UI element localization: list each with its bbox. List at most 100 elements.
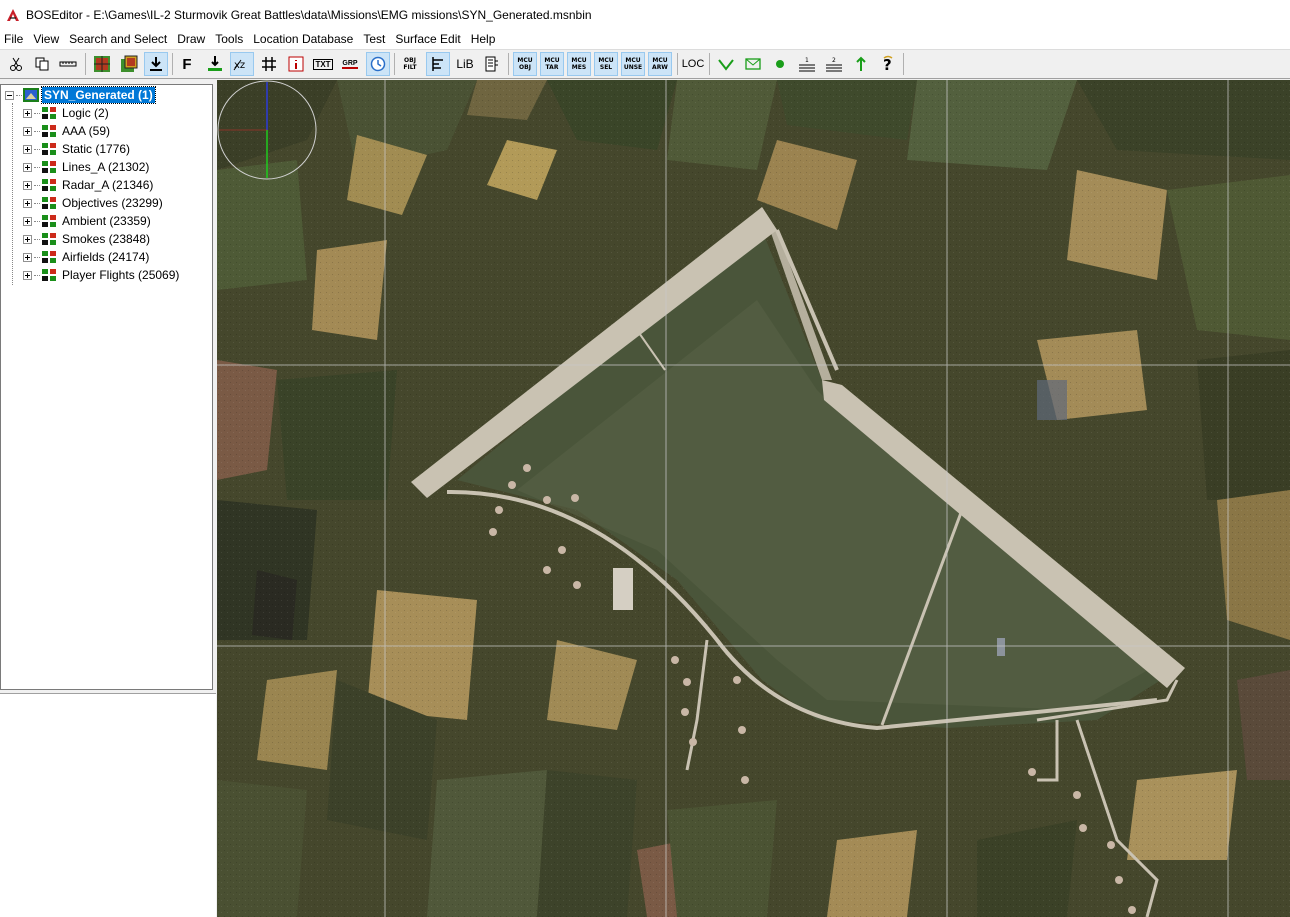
menu-surface-edit[interactable]: Surface Edit	[391, 30, 464, 49]
tree-item-label[interactable]: Lines_A (21302)	[60, 159, 151, 175]
info-icon	[288, 56, 304, 72]
expand-toggle[interactable]	[23, 270, 32, 280]
copy-button[interactable]	[30, 52, 54, 76]
tree-item-label[interactable]: Airfields (24174)	[60, 249, 151, 265]
tree-item-label[interactable]: Logic (2)	[60, 105, 111, 121]
ground-icon	[208, 56, 222, 71]
txt-button[interactable]: TXT	[311, 52, 335, 76]
ground-button[interactable]	[203, 52, 227, 76]
list-button[interactable]	[480, 52, 504, 76]
group-node-icon	[42, 143, 56, 155]
expand-toggle[interactable]	[23, 144, 32, 154]
mcu-sel-l2: SEL	[599, 64, 613, 71]
message-button[interactable]	[741, 52, 765, 76]
mcu-arw-button[interactable]: MCU ARW	[648, 52, 672, 76]
tree-item-ambient[interactable]: Ambient (23359)	[23, 212, 153, 230]
tree-item-logic[interactable]: Logic (2)	[23, 104, 111, 122]
expand-toggle[interactable]	[23, 252, 32, 262]
tree-item-label[interactable]: Player Flights (25069)	[60, 267, 181, 283]
expand-toggle[interactable]	[23, 180, 32, 190]
layer-button[interactable]	[90, 52, 114, 76]
menu-draw[interactable]: Draw	[173, 30, 209, 49]
expand-toggle[interactable]	[23, 216, 32, 226]
tree-item-label[interactable]: Static (1776)	[60, 141, 132, 157]
tree-item-label[interactable]: Objectives (23299)	[60, 195, 165, 211]
tree-item-radar-a[interactable]: Radar_A (21346)	[23, 176, 155, 194]
expand-toggle[interactable]	[23, 198, 32, 208]
expand-toggle[interactable]	[23, 108, 32, 118]
info-button[interactable]	[284, 52, 308, 76]
expand-toggle[interactable]	[23, 234, 32, 244]
tree-item-player-flights[interactable]: Player Flights (25069)	[23, 266, 181, 284]
tree-root-label[interactable]: SYN_Generated (1)	[41, 86, 156, 104]
layer1-button[interactable]: 1	[795, 52, 819, 76]
cut-icon	[10, 57, 22, 71]
layers-button[interactable]	[117, 52, 141, 76]
menu-bar: File View Search and Select Draw Tools L…	[0, 30, 1290, 49]
tree-item-objectives[interactable]: Objectives (23299)	[23, 194, 165, 212]
mcu-tar-button[interactable]: MCU TAR	[540, 52, 564, 76]
window-title: BOSEditor - E:\Games\IL-2 Sturmovik Grea…	[26, 8, 592, 22]
arrow-up-button[interactable]	[849, 52, 873, 76]
obj-filter-button[interactable]: OBJ FILT	[398, 52, 422, 76]
library-button[interactable]: LiB	[453, 52, 477, 76]
satellite-map[interactable]	[217, 80, 1290, 917]
toolbar: F xz TXT GRP OBJ FILT LiB MCU OBJ MCU TAR …	[0, 49, 1290, 79]
mcu-arw-l2: ARW	[652, 64, 668, 71]
tree-item-label[interactable]: AAA (59)	[60, 123, 112, 139]
tree-item-label[interactable]: Ambient (23359)	[60, 213, 153, 229]
list-icon	[485, 56, 498, 72]
mcu-unse-button[interactable]: MCU UNSE	[621, 52, 645, 76]
tree-item-label[interactable]: Radar_A (21346)	[60, 177, 155, 193]
tree-item-airfields[interactable]: Airfields (24174)	[23, 248, 151, 266]
menu-test[interactable]: Test	[359, 30, 389, 49]
menu-location-database[interactable]: Location Database	[249, 30, 357, 49]
grid-button[interactable]	[257, 52, 281, 76]
menu-file[interactable]: File	[0, 30, 27, 49]
menu-search-and-select[interactable]: Search and Select	[65, 30, 171, 49]
check-icon	[718, 59, 734, 71]
expand-toggle[interactable]	[23, 126, 32, 136]
collapse-toggle[interactable]	[5, 90, 14, 100]
group-node-icon	[42, 125, 56, 137]
mcu-unse-l1: MCU	[625, 57, 641, 64]
menu-view[interactable]: View	[29, 30, 63, 49]
group-node-icon	[42, 107, 56, 119]
apron	[613, 568, 633, 610]
txt-label: TXT	[313, 58, 333, 70]
layer2-button[interactable]: 2	[822, 52, 846, 76]
mcu-obj-button[interactable]: MCU OBJ	[513, 52, 537, 76]
f-button[interactable]: F	[175, 52, 199, 76]
tree-item-smokes[interactable]: Smokes (23848)	[23, 230, 152, 248]
tree-root[interactable]: SYN_Generated (1)	[5, 86, 156, 104]
help-button[interactable]: ?	[876, 52, 900, 76]
loc-button[interactable]: LOC	[681, 52, 705, 76]
mission-tree-panel[interactable]: SYN_Generated (1) Logic (2) AAA (59) Sta…	[0, 84, 213, 690]
clock-button[interactable]	[366, 52, 390, 76]
dot-button[interactable]	[768, 52, 792, 76]
grp-button[interactable]: GRP	[338, 52, 362, 76]
xz-icon: xz	[233, 59, 245, 71]
menu-help[interactable]: Help	[467, 30, 500, 49]
svg-text:2: 2	[832, 57, 836, 64]
mcu-mes-button[interactable]: MCU MES	[567, 52, 591, 76]
map-view[interactable]	[217, 80, 1290, 917]
cut-button[interactable]	[4, 52, 28, 76]
import-button[interactable]	[144, 52, 168, 76]
check-button[interactable]	[714, 52, 738, 76]
properties-panel[interactable]	[0, 693, 216, 917]
tree-item-lines-a[interactable]: Lines_A (21302)	[23, 158, 151, 176]
layer-icon	[94, 56, 110, 72]
expand-toggle[interactable]	[23, 162, 32, 172]
layer2-icon: 2	[826, 57, 842, 72]
tree-item-static[interactable]: Static (1776)	[23, 140, 132, 158]
mcu-sel-button[interactable]: MCU SEL	[594, 52, 618, 76]
tree-item-aaa[interactable]: AAA (59)	[23, 122, 112, 140]
xz-button[interactable]: xz	[230, 52, 254, 76]
align-button[interactable]	[426, 52, 450, 76]
tree-item-label[interactable]: Smokes (23848)	[60, 231, 152, 247]
mcu-mes-l2: MES	[571, 64, 587, 71]
menu-tools[interactable]: Tools	[211, 30, 247, 49]
measure-button[interactable]	[56, 52, 80, 76]
building-cluster	[1037, 380, 1067, 420]
